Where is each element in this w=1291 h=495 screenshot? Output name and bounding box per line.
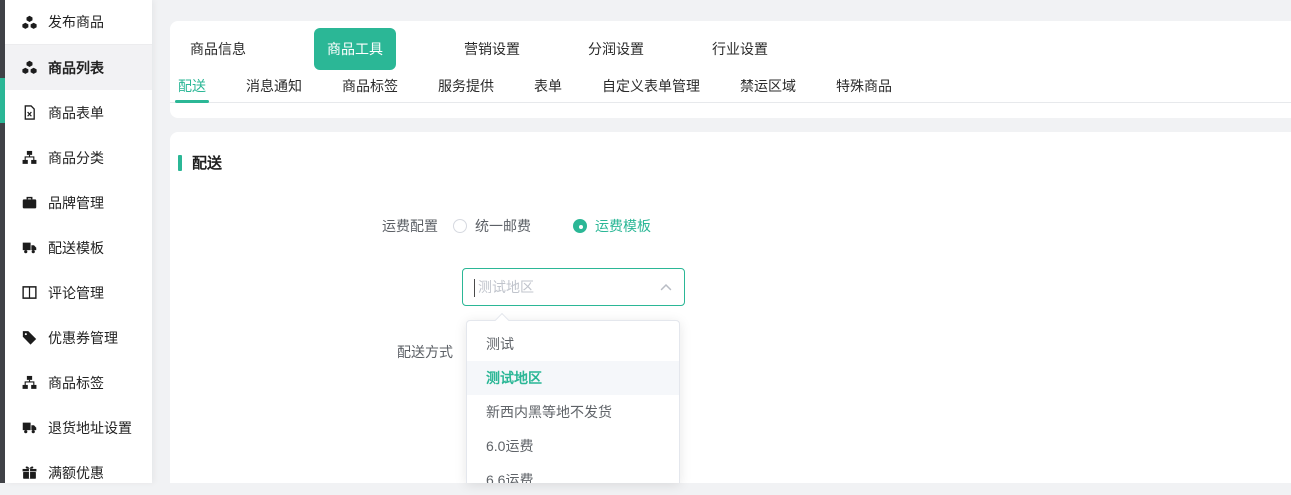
subtab-service-provide[interactable]: 服务提供 [438,70,494,102]
subtab-delivery[interactable]: 配送 [178,70,206,102]
radio-uniform-postage[interactable] [453,219,467,233]
sidebar-item-comment-management[interactable]: 评论管理 [5,270,152,315]
radio-freight-template-label[interactable]: 运费模板 [595,216,651,236]
select-dropdown-panel: 测试 测试地区 新西内黑等地不发货 6.0运费 6.6运费 [466,320,680,483]
sidebar-item-product-tags[interactable]: 商品标签 [5,360,152,405]
truck-icon [22,240,37,255]
sidebar-item-publish-product[interactable]: 发布商品 [5,0,152,45]
sitemap-icon [22,150,37,165]
sidebar-item-full-amount-discount[interactable]: 满额优惠 [5,450,152,495]
sidebar: 发布商品 商品列表 商品表单 商品分类 品牌管理 配送模板 评论管理 优惠券管理… [5,0,152,483]
page-title: 配送 [192,152,222,173]
section-header: 配送 [178,152,222,173]
dropdown-option-selected[interactable]: 测试地区 [467,361,679,395]
chevron-up-icon [660,282,672,292]
subtab-special-product[interactable]: 特殊商品 [836,70,892,102]
tab-profit-settings[interactable]: 分润设置 [588,39,644,59]
dropdown-option-list: 测试 测试地区 新西内黑等地不发货 6.0运费 6.6运费 [467,321,679,483]
gift-icon [22,465,37,480]
section-accent-bar [178,155,182,171]
select-value: 测试地区 [478,269,534,305]
sidebar-item-label: 评论管理 [48,283,104,303]
delivery-method-label: 配送方式 [285,344,453,360]
tabs-card: 商品信息 商品工具 营销设置 分润设置 行业设置 配送 消息通知 商品标签 服务… [170,21,1291,118]
sidebar-item-label: 品牌管理 [48,193,104,213]
tab-product-info[interactable]: 商品信息 [190,39,246,59]
sidebar-item-label: 商品分类 [48,148,104,168]
subtab-form[interactable]: 表单 [534,70,562,102]
dropdown-option[interactable]: 6.6运费 [467,463,679,483]
sidebar-item-label: 商品表单 [48,103,104,123]
sidebar-item-label: 商品标签 [48,373,104,393]
sidebar-item-product-category[interactable]: 商品分类 [5,135,152,180]
sitemap-icon [22,375,37,390]
briefcase-icon [22,195,37,210]
sidebar-item-label: 配送模板 [48,238,104,258]
freight-config-label: 运费配置 [270,218,438,234]
text-caret [474,279,475,297]
dropdown-option[interactable]: 测试 [467,327,679,361]
sidebar-item-label: 退货地址设置 [48,418,132,438]
tab-product-tools[interactable]: 商品工具 [314,28,396,70]
file-form-icon [22,105,37,120]
sidebar-item-delivery-template[interactable]: 配送模板 [5,225,152,270]
primary-tabs: 商品信息 商品工具 营销设置 分润设置 行业设置 [170,21,1291,70]
sidebar-item-return-address-settings[interactable]: 退货地址设置 [5,405,152,450]
radio-freight-template[interactable] [573,219,587,233]
columns-icon [22,285,37,300]
cubes-icon [22,60,37,75]
truck-icon [22,420,37,435]
sidebar-item-coupon-management[interactable]: 优惠券管理 [5,315,152,360]
radio-uniform-postage-label[interactable]: 统一邮费 [475,216,531,236]
tag-icon [22,330,37,345]
subtab-product-tags[interactable]: 商品标签 [342,70,398,102]
freight-template-select[interactable]: 测试地区 [462,268,685,306]
sidebar-item-label: 发布商品 [48,12,104,32]
dropdown-option[interactable]: 6.0运费 [467,429,679,463]
secondary-tabs: 配送 消息通知 商品标签 服务提供 表单 自定义表单管理 禁运区域 特殊商品 [170,70,1291,103]
dropdown-option[interactable]: 新西内黑等地不发货 [467,395,679,429]
sidebar-item-label: 满额优惠 [48,463,104,483]
sidebar-item-label: 优惠券管理 [48,328,118,348]
cubes-icon [22,15,37,30]
sidebar-item-label: 商品列表 [48,58,104,78]
sidebar-item-brand-management[interactable]: 品牌管理 [5,180,152,225]
content-card: 配送 运费配置 统一邮费 运费模板 测试地区 配送方式 测试 测试地区 新西内黑… [170,132,1291,483]
sidebar-item-product-form[interactable]: 商品表单 [5,90,152,135]
subtab-restricted-area[interactable]: 禁运区域 [740,70,796,102]
subtab-custom-form-management[interactable]: 自定义表单管理 [602,70,700,102]
freight-radio-group: 统一邮费 运费模板 [453,216,651,236]
tab-industry-settings[interactable]: 行业设置 [712,39,768,59]
sidebar-item-product-list[interactable]: 商品列表 [5,45,152,90]
subtab-message-notification[interactable]: 消息通知 [246,70,302,102]
tab-marketing-settings[interactable]: 营销设置 [464,39,520,59]
